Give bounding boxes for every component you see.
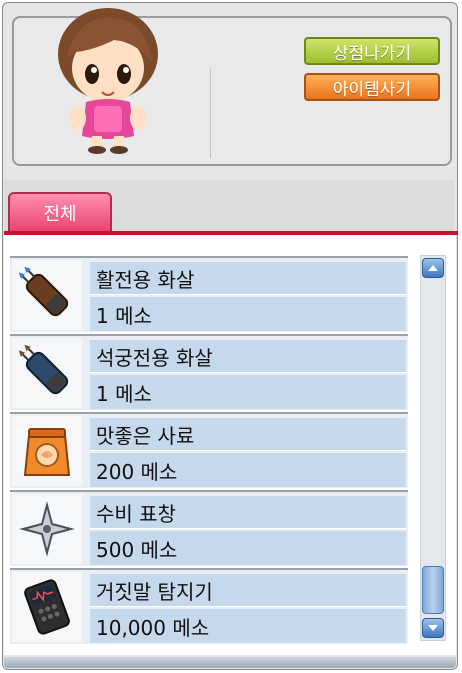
list-item[interactable]: 석궁전용 화살 1 메소 xyxy=(10,334,408,410)
exit-shop-label: 상점나가기 xyxy=(332,43,412,64)
lie-detector-icon xyxy=(24,579,70,635)
item-price: 10,000 메소 xyxy=(90,609,406,643)
panel-divider xyxy=(210,68,211,158)
item-name: 석궁전용 화살 xyxy=(90,340,406,373)
tab-all-label: 전체 xyxy=(43,204,77,225)
item-name: 활전용 화살 xyxy=(90,262,406,295)
exit-shop-button[interactable]: 상점나가기 xyxy=(304,37,440,65)
pet-food-icon xyxy=(23,428,71,476)
item-thumbnail xyxy=(12,572,82,642)
bow-arrows-icon xyxy=(18,266,69,317)
scroll-up-button[interactable] xyxy=(422,258,444,278)
item-thumbnail xyxy=(12,494,82,564)
buy-item-button[interactable]: 아이템사기 xyxy=(304,73,440,101)
scroll-thumb[interactable] xyxy=(422,566,444,614)
item-name: 거짓말 탐지기 xyxy=(90,574,406,607)
throwing-star-icon xyxy=(19,501,75,557)
item-price: 200 메소 xyxy=(90,453,406,487)
buy-item-label: 아이템사기 xyxy=(332,79,412,100)
chevron-up-icon xyxy=(428,265,438,271)
item-price: 1 메소 xyxy=(90,375,406,409)
list-item[interactable]: 활전용 화살 1 메소 xyxy=(10,256,408,332)
list-item[interactable]: 맛좋은 사료 200 메소 xyxy=(10,412,408,488)
item-price: 500 메소 xyxy=(90,531,406,565)
shopkeeper-npc-icon xyxy=(58,8,158,154)
window-bottom-rim xyxy=(4,657,456,668)
tab-all[interactable]: 전체 xyxy=(8,192,112,232)
chevron-down-icon xyxy=(428,625,438,631)
item-name: 맛좋은 사료 xyxy=(90,418,406,451)
item-thumbnail xyxy=(12,260,82,330)
item-thumbnail xyxy=(12,416,82,486)
item-list-scrollbar[interactable] xyxy=(420,255,446,641)
item-thumbnail xyxy=(12,338,82,408)
item-price: 1 메소 xyxy=(90,297,406,331)
list-item[interactable]: 수비 표창 500 메소 xyxy=(10,490,408,566)
scroll-down-button[interactable] xyxy=(422,618,444,638)
item-name: 수비 표창 xyxy=(90,496,406,529)
list-item[interactable]: 거짓말 탐지기 10,000 메소 xyxy=(10,568,408,644)
crossbow-arrows-icon xyxy=(18,344,69,395)
item-list: 활전용 화살 1 메소 석궁전용 화살 1 메소 맛좋은 사료 200 메소 수… xyxy=(10,256,408,646)
